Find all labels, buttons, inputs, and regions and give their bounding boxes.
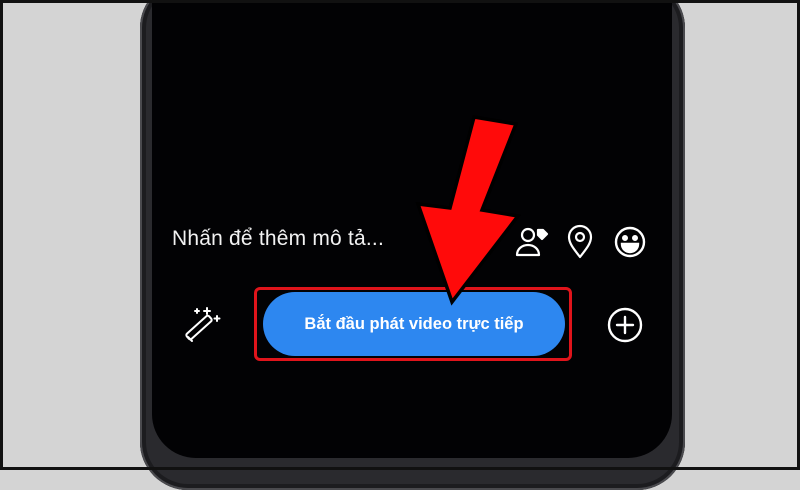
start-live-video-button[interactable]: Bắt đầu phát video trực tiếp	[263, 292, 565, 356]
location-pin-icon[interactable]	[565, 224, 595, 260]
caption-input[interactable]: Nhấn để thêm mô tả...	[172, 227, 384, 251]
phone-screen: Nhấn để thêm mô tả... Bắt đầu phát video…	[152, 0, 672, 458]
smiley-icon[interactable]	[612, 224, 648, 260]
plus-circle-icon[interactable]	[606, 306, 644, 344]
tag-people-icon[interactable]	[514, 224, 550, 260]
magic-wand-icon[interactable]	[180, 304, 224, 346]
